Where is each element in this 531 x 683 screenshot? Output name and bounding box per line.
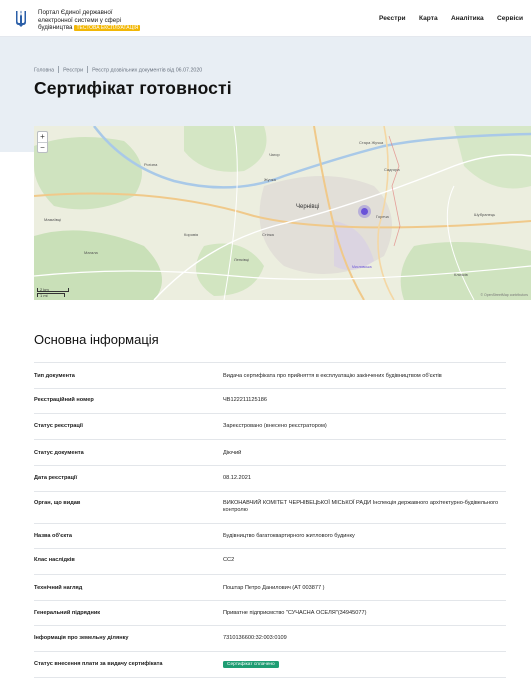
info-table: Тип документа Видача сертифіката про при… xyxy=(34,362,506,678)
portal-title-line3: будівництва xyxy=(38,24,73,32)
scale-km: 2 km xyxy=(37,288,69,292)
map-attribution[interactable]: © OpenStreetMap contributors xyxy=(480,293,528,297)
breadcrumb-current: Реєстр дозвільних документів від 06.07.2… xyxy=(92,67,203,74)
map-zoom-control: + − xyxy=(37,131,48,153)
info-row: Технічний нагляд Поштар Петро Данилович … xyxy=(34,575,506,601)
info-value: 08.12.2021 xyxy=(223,475,251,481)
info-row: Генеральний підрядник Приватне підприємс… xyxy=(34,601,506,626)
map-label: Мисливська xyxy=(352,265,372,269)
info-value: Зареєстровано (внесено реєстратором) xyxy=(223,423,327,429)
info-row: Дата реєстрації 08.12.2021 xyxy=(34,466,506,492)
zoom-in-button[interactable]: + xyxy=(38,132,47,142)
beta-badge: ТЕСТОВА ЕКСПЛУАТАЦІЯ xyxy=(74,24,141,32)
info-label: Статус реєстрації xyxy=(34,423,83,429)
breadcrumb-separator xyxy=(58,66,60,73)
info-value: Діючий xyxy=(223,450,242,456)
breadcrumb: Головна Реєстри Реєстр дозвільних документ… xyxy=(34,66,202,74)
section-title: Основна інформація xyxy=(34,332,159,347)
map-label: Мамаївці xyxy=(44,217,61,222)
info-label: Статус внесення плати за видачу сертифік… xyxy=(34,661,163,667)
info-row: Клас наслідків СС2 xyxy=(34,549,506,575)
info-label: Статус документа xyxy=(34,450,84,456)
location-marker-icon[interactable] xyxy=(358,205,371,218)
info-value: ВИКОНАВЧИЙ КОМІТЕТ ЧЕРНІВЕЦЬКОЇ МІСЬКОЇ … xyxy=(223,500,499,513)
info-value: Будівництво багатоквартирного житлового … xyxy=(223,533,355,539)
info-label: Інформація про земельну ділянку xyxy=(34,635,129,641)
map-scale: 2 km 1 mi xyxy=(37,288,69,298)
portal-title[interactable]: Портал Єдиної державної електронної сист… xyxy=(38,9,141,32)
portal-title-line1: Портал Єдиної державної xyxy=(38,9,113,16)
info-row: Статус реєстрації Зареєстровано (внесено… xyxy=(34,414,506,440)
map-label: Магала xyxy=(84,250,99,255)
info-label: Реєстраційний номер xyxy=(34,397,94,403)
info-row: Орган, що видав ВИКОНАВЧИЙ КОМІТЕТ ЧЕРНІ… xyxy=(34,492,506,524)
trident-logo-icon[interactable] xyxy=(14,10,28,28)
info-label: Дата реєстрації xyxy=(34,475,78,481)
info-label: Тип документа xyxy=(34,373,75,379)
scale-mi: 1 mi xyxy=(37,293,65,298)
breadcrumb-home[interactable]: Головна xyxy=(34,68,54,74)
map-tiles[interactable]: Чернівці Стара Жучка Садгора Рогізна Маг… xyxy=(34,126,531,300)
nav-analytics[interactable]: Аналітика xyxy=(451,15,484,22)
map-label: Коровія xyxy=(184,232,198,237)
info-label: Орган, що видав xyxy=(34,500,81,506)
info-label: Технічний нагляд xyxy=(34,585,83,591)
breadcrumb-separator xyxy=(87,66,89,73)
top-header: Портал Єдиної державної електронної сист… xyxy=(0,0,531,37)
info-row: Тип документа Видача сертифіката про при… xyxy=(34,363,506,389)
map-label: Горечa xyxy=(376,214,390,219)
info-value: 7310136600:32:003:0109 xyxy=(223,635,287,641)
info-value: СС2 xyxy=(223,557,235,563)
zoom-out-button[interactable]: − xyxy=(38,142,47,152)
map-label: Садгора xyxy=(384,167,400,172)
map-label: Стінка xyxy=(262,232,275,237)
info-value: Сертифікат сплачено xyxy=(223,661,506,668)
info-value: Приватне підприємство "СУЧАСНА ОСЕЛЯ"(34… xyxy=(223,610,367,616)
payment-status-badge: Сертифікат сплачено xyxy=(223,661,279,668)
map-label-chernivtsi: Чернівці xyxy=(296,204,319,210)
map-label: Шубранець xyxy=(474,212,495,217)
nav-registries[interactable]: Реєстри xyxy=(379,15,406,22)
page-title: Сертифікат готовності xyxy=(34,78,232,98)
map-label: Рогізна xyxy=(144,162,158,167)
info-label: Клас наслідків xyxy=(34,557,75,563)
map-label: Ленківці xyxy=(234,257,249,262)
map-label: Чагор xyxy=(269,152,280,157)
info-value: ЧВ122211125186 xyxy=(223,397,267,403)
map-label: Кличків xyxy=(454,272,468,277)
breadcrumb-registries[interactable]: Реєстри xyxy=(63,68,83,74)
location-map[interactable]: Чернівці Стара Жучка Садгора Рогізна Маг… xyxy=(34,126,531,300)
info-row: Інформація про земельну ділянку 73101366… xyxy=(34,626,506,652)
nav-services[interactable]: Сервіси xyxy=(497,15,523,22)
info-row: Назва об'єкта Будівництво багатоквартирн… xyxy=(34,524,506,549)
map-label: Стара Жучка xyxy=(359,140,384,145)
info-value: Поштар Петро Данилович (АТ 003877 ) xyxy=(223,585,325,591)
portal-title-line2: електронної системи у сфері xyxy=(38,16,122,24)
info-label: Генеральний підрядник xyxy=(34,610,101,616)
info-row: Реєстраційний номер ЧВ122211125186 xyxy=(34,389,506,414)
nav-map[interactable]: Карта xyxy=(419,15,438,22)
info-value: Видача сертифіката про прийняття в експл… xyxy=(223,373,442,379)
map-label: Жучка xyxy=(264,177,277,182)
info-row: Статус внесення плати за видачу сертифік… xyxy=(34,652,506,678)
info-row: Статус документа Діючий xyxy=(34,440,506,466)
info-label: Назва об'єкта xyxy=(34,533,72,539)
